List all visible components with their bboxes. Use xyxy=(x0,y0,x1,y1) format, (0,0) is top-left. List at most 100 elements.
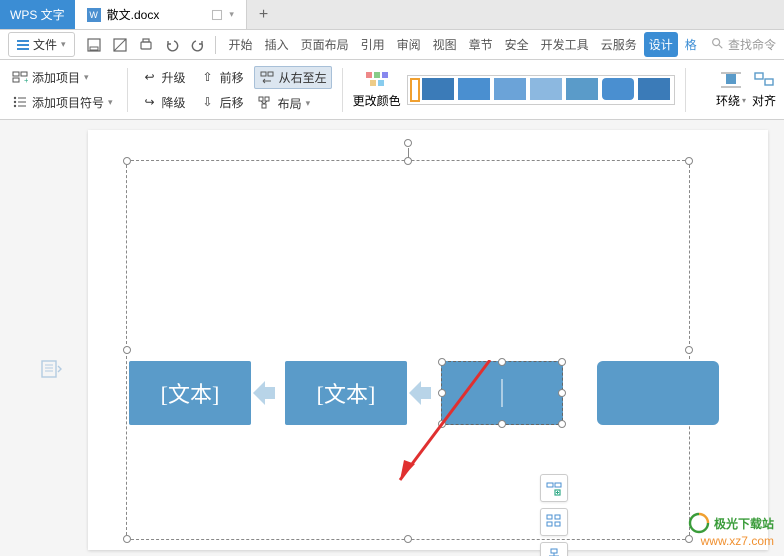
tab-dropdown-icon[interactable]: ▾ xyxy=(229,9,234,20)
menu-tab-devtools[interactable]: 开发工具 xyxy=(536,32,594,57)
wrap-icon xyxy=(719,70,743,90)
style-swatch[interactable] xyxy=(422,78,454,100)
resize-handle[interactable] xyxy=(438,358,446,366)
style-swatch[interactable] xyxy=(494,78,526,100)
document-tab[interactable]: W 散文.docx ▾ xyxy=(75,0,247,29)
chevron-down-icon: ▾ xyxy=(61,39,66,50)
resize-handle[interactable] xyxy=(685,346,693,354)
smartart-diagram: [文本] [文本] xyxy=(129,361,719,425)
move-back-label: 后移 xyxy=(220,94,244,111)
new-tab-button[interactable]: + xyxy=(247,0,280,29)
upgrade-button[interactable]: ↩ 升级 xyxy=(138,67,190,88)
hierarchy-options-button[interactable] xyxy=(540,542,568,556)
undo-icon[interactable] xyxy=(163,36,181,54)
resize-handle[interactable] xyxy=(123,346,131,354)
resize-handle[interactable] xyxy=(123,535,131,543)
file-menu-label: 文件 xyxy=(33,36,57,53)
print-icon[interactable] xyxy=(111,36,129,54)
style-gallery[interactable] xyxy=(407,75,675,105)
reload-icon[interactable] xyxy=(211,9,223,21)
menu-tab-design[interactable]: 设计 xyxy=(644,32,678,57)
menu-tab-format[interactable]: 格 xyxy=(680,32,702,57)
change-color-label: 更改颜色 xyxy=(353,92,401,109)
resize-handle[interactable] xyxy=(558,420,566,428)
rtl-label: 从右至左 xyxy=(279,69,327,86)
add-item-icon: + xyxy=(12,69,28,85)
resize-handle[interactable] xyxy=(685,157,693,165)
move-back-button[interactable]: ⇩ 后移 xyxy=(196,92,248,113)
page: [文本] [文本] xyxy=(88,130,768,550)
add-item-symbol-button[interactable]: 添加项目符号 ▾ xyxy=(8,92,117,113)
add-item-label: 添加项目 xyxy=(32,69,80,86)
resize-handle[interactable] xyxy=(438,420,446,428)
style-swatch-selected[interactable] xyxy=(410,78,420,102)
layout-options-button[interactable] xyxy=(540,508,568,536)
resize-handle[interactable] xyxy=(558,358,566,366)
text-pane-toggle-icon[interactable] xyxy=(40,358,62,380)
separator xyxy=(215,36,216,54)
menu-tab-review[interactable]: 审阅 xyxy=(392,32,426,57)
menu-tab-cloud[interactable]: 云服务 xyxy=(596,32,642,57)
menu-tab-insert[interactable]: 插入 xyxy=(260,32,294,57)
style-swatch[interactable] xyxy=(602,78,634,100)
menubar: 文件 ▾ 开始 插入 页面布局 引用 审阅 视图 章节 安全 开发工具 云服务 … xyxy=(0,30,784,60)
menu-tab-start[interactable]: 开始 xyxy=(224,32,258,57)
downgrade-label: 降级 xyxy=(162,94,186,111)
smartart-box-4[interactable] xyxy=(597,361,719,425)
command-search[interactable]: 查找命令 xyxy=(710,36,776,53)
preview-icon[interactable] xyxy=(137,36,155,54)
resize-handle[interactable] xyxy=(123,157,131,165)
wrap-label: 环绕 xyxy=(716,92,740,109)
ribbon: + 添加项目 ▾ 添加项目符号 ▾ ↩ 升级 ↪ 降级 ⇧ 前移 ⇩ 后移 xyxy=(0,60,784,120)
resize-handle[interactable] xyxy=(498,358,506,366)
separator xyxy=(127,68,128,112)
doc-icon: W xyxy=(87,8,101,22)
resize-handle[interactable] xyxy=(404,157,412,165)
smartart-group-selection[interactable]: [文本] [文本] xyxy=(126,160,690,540)
menu-tab-security[interactable]: 安全 xyxy=(500,32,534,57)
chevron-down-icon: ▾ xyxy=(84,72,89,83)
search-icon xyxy=(710,36,724,53)
upgrade-label: 升级 xyxy=(162,69,186,86)
smartart-box-1[interactable]: [文本] xyxy=(129,361,251,425)
resize-handle[interactable] xyxy=(404,535,412,543)
text-cursor xyxy=(502,379,503,407)
rtl-icon xyxy=(259,69,275,85)
add-shape-button[interactable] xyxy=(540,474,568,502)
arrow-down-icon: ⇩ xyxy=(200,94,216,110)
smartart-box-3-selected[interactable] xyxy=(441,361,563,425)
chevron-down-icon: ▾ xyxy=(742,96,746,105)
move-forward-button[interactable]: ⇧ 前移 xyxy=(196,67,248,88)
resize-handle[interactable] xyxy=(498,420,506,428)
style-swatch[interactable] xyxy=(566,78,598,100)
menu-tab-view[interactable]: 视图 xyxy=(428,32,462,57)
rotate-handle[interactable] xyxy=(404,139,412,147)
svg-text:+: + xyxy=(24,76,28,85)
style-swatch[interactable] xyxy=(638,78,670,100)
watermark-text-2: www.xz7.com xyxy=(688,534,774,548)
smartart-box-2[interactable]: [文本] xyxy=(285,361,407,425)
save-icon[interactable] xyxy=(85,36,103,54)
style-swatch[interactable] xyxy=(458,78,490,100)
floating-smartart-toolbar xyxy=(540,474,568,556)
menu-tab-pagelayout[interactable]: 页面布局 xyxy=(296,32,354,57)
layout-button[interactable]: 布局 ▾ xyxy=(254,93,332,114)
smartart-arrow-icon xyxy=(409,381,439,405)
align-button[interactable]: 对齐 xyxy=(752,70,776,109)
add-item-button[interactable]: + 添加项目 ▾ xyxy=(8,67,117,88)
rtl-button[interactable]: 从右至左 xyxy=(254,66,332,89)
smartart-arrow-icon xyxy=(253,381,283,405)
titlebar: WPS 文字 W 散文.docx ▾ + xyxy=(0,0,784,30)
menu-tab-section[interactable]: 章节 xyxy=(464,32,498,57)
wrap-button[interactable]: 环绕▾ xyxy=(716,70,746,109)
style-swatch[interactable] xyxy=(530,78,562,100)
redo-icon[interactable] xyxy=(189,36,207,54)
document-canvas[interactable]: [文本] [文本] xyxy=(0,120,784,556)
move-forward-label: 前移 xyxy=(220,69,244,86)
file-menu-button[interactable]: 文件 ▾ xyxy=(8,32,75,57)
menu-tab-reference[interactable]: 引用 xyxy=(356,32,390,57)
command-search-placeholder: 查找命令 xyxy=(728,36,776,53)
change-color-button[interactable]: 更改颜色 xyxy=(353,70,401,109)
resize-handle[interactable] xyxy=(438,389,446,397)
downgrade-button[interactable]: ↪ 降级 xyxy=(138,92,190,113)
